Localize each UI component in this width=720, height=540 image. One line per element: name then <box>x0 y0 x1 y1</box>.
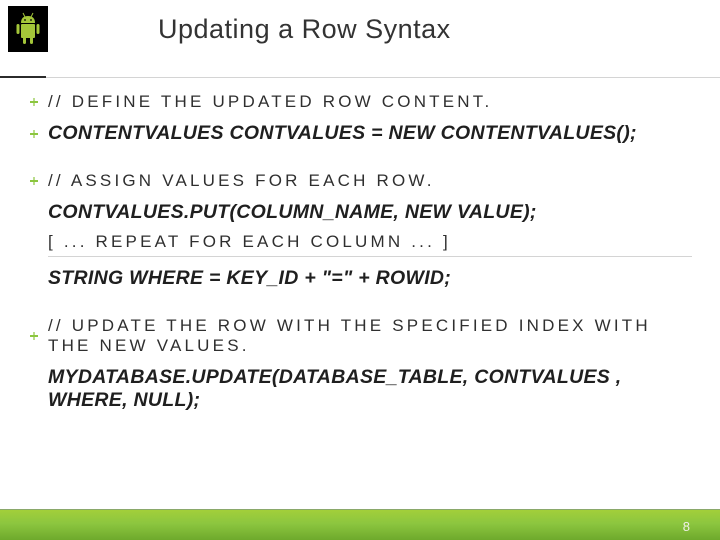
code-line: CONTVALUES.PUT(COLUMN_NAME, NEW VALUE); <box>48 201 692 224</box>
page-title: Updating a Row Syntax <box>158 14 451 45</box>
header: Updating a Row Syntax <box>0 0 720 56</box>
code-line: CONTENTVALUES CONTVALUES = NEW CONTENTVA… <box>48 122 692 145</box>
footer-bar <box>0 510 720 540</box>
code-comment: // DEFINE THE UPDATED ROW CONTENT. <box>48 92 692 112</box>
code-line: MYDATABASE.UPDATE(DATABASE_TABLE, CONTVA… <box>48 366 692 412</box>
header-separator <box>0 76 720 78</box>
bullet-icon <box>30 130 38 138</box>
page-number: 8 <box>683 519 690 534</box>
code-line: STRING WHERE = KEY_ID + "=" + ROWID; <box>48 267 692 290</box>
bullet-icon <box>30 332 38 340</box>
code-comment: // ASSIGN VALUES FOR EACH ROW. <box>48 171 692 191</box>
bullet-icon <box>30 98 38 106</box>
slide-body: // DEFINE THE UPDATED ROW CONTENT. CONTE… <box>48 92 692 412</box>
android-logo <box>8 6 48 52</box>
repeat-note: [ ... REPEAT FOR EACH COLUMN ... ] <box>48 232 692 252</box>
bullet-icon <box>30 177 38 185</box>
code-comment: // UPDATE THE ROW WITH THE SPECIFIED IND… <box>48 316 692 356</box>
divider <box>48 256 692 257</box>
